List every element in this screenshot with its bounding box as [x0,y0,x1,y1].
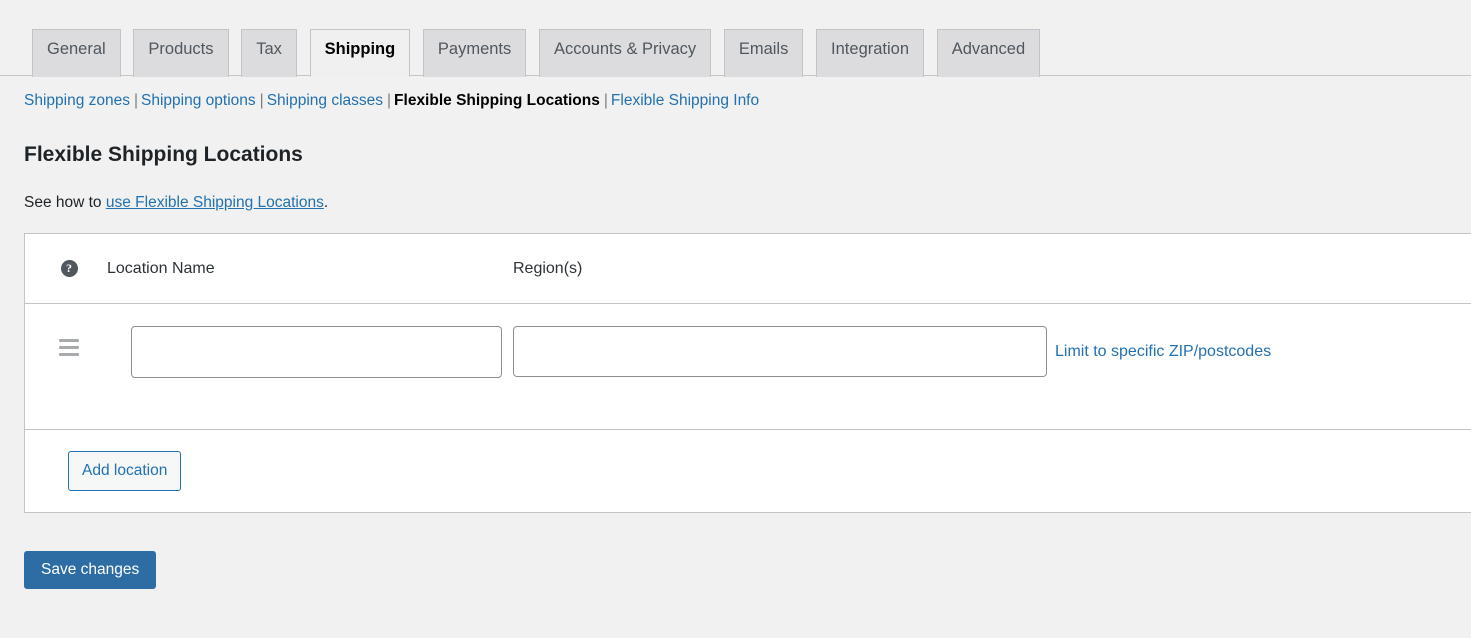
tab-shipping[interactable]: Shipping [309,29,411,77]
column-header-label: Location Name [107,259,215,277]
flexible-shipping-locations-table: ? Location Name Region(s) Limit to speci… [24,233,1471,513]
table-header-regions: Region(s) [513,260,1471,278]
tab-general[interactable]: General [32,29,121,77]
subnav-separator: | [134,92,139,109]
table-footer-row: Add location [25,430,1471,512]
column-header-label: Region(s) [513,259,583,277]
page-description-suffix: . [323,194,329,211]
location-name-input[interactable] [131,326,502,378]
tab-payments[interactable]: Payments [422,29,527,77]
page-description: See how to use Flexible Shipping Locatio… [24,191,328,214]
subnav-separator: | [603,92,608,109]
regions-field-group: Limit to specific ZIP/postcodes [513,326,1471,377]
row-regions-cell: Limit to specific ZIP/postcodes [513,326,1471,377]
use-flexible-shipping-locations-link[interactable]: use Flexible Shipping Locations [106,194,324,211]
tab-integration[interactable]: Integration [816,29,925,77]
question-mark-icon[interactable]: ? [60,260,78,277]
drag-handle-bar [59,339,79,342]
row-handle-cell [25,326,107,356]
page-description-prefix: See how to [24,194,106,211]
drag-handle-bar [59,346,79,349]
subnav-separator: | [259,92,264,109]
limit-to-zip-postcodes-link[interactable]: Limit to specific ZIP/postcodes [1055,326,1271,377]
subnav-item-shipping-zones[interactable]: Shipping zones [24,92,130,109]
add-location-button[interactable]: Add location [68,451,182,491]
regions-input[interactable] [513,326,1047,377]
settings-tab-bar: General Products Tax Shipping Payments A… [0,0,1471,77]
subnav-item-shipping-options[interactable]: Shipping options [141,92,256,109]
subnav-item-flexible-shipping-info[interactable]: Flexible Shipping Info [611,92,759,109]
row-location-name-cell [107,326,513,378]
subnav-item-shipping-classes[interactable]: Shipping classes [267,92,383,109]
table-header-location-name: Location Name [107,260,513,278]
drag-handle-icon[interactable] [59,339,79,356]
subnav-item-flexible-shipping-locations[interactable]: Flexible Shipping Locations [394,92,600,109]
table-header-row: ? Location Name Region(s) [25,234,1471,304]
tab-emails[interactable]: Emails [723,29,804,77]
tab-accounts-privacy[interactable]: Accounts & Privacy [538,29,712,77]
drag-handle-bar [59,353,79,356]
table-row: Limit to specific ZIP/postcodes [25,304,1471,430]
table-header-help-cell: ? [25,260,107,277]
save-changes-button[interactable]: Save changes [24,551,157,589]
subnav-separator: | [387,92,392,109]
tab-products[interactable]: Products [133,29,229,77]
page-title: Flexible Shipping Locations [24,143,303,166]
tab-tax[interactable]: Tax [241,29,297,77]
tab-advanced[interactable]: Advanced [936,29,1041,77]
shipping-subnav: Shipping zones | Shipping options | Shipping… [24,91,759,111]
